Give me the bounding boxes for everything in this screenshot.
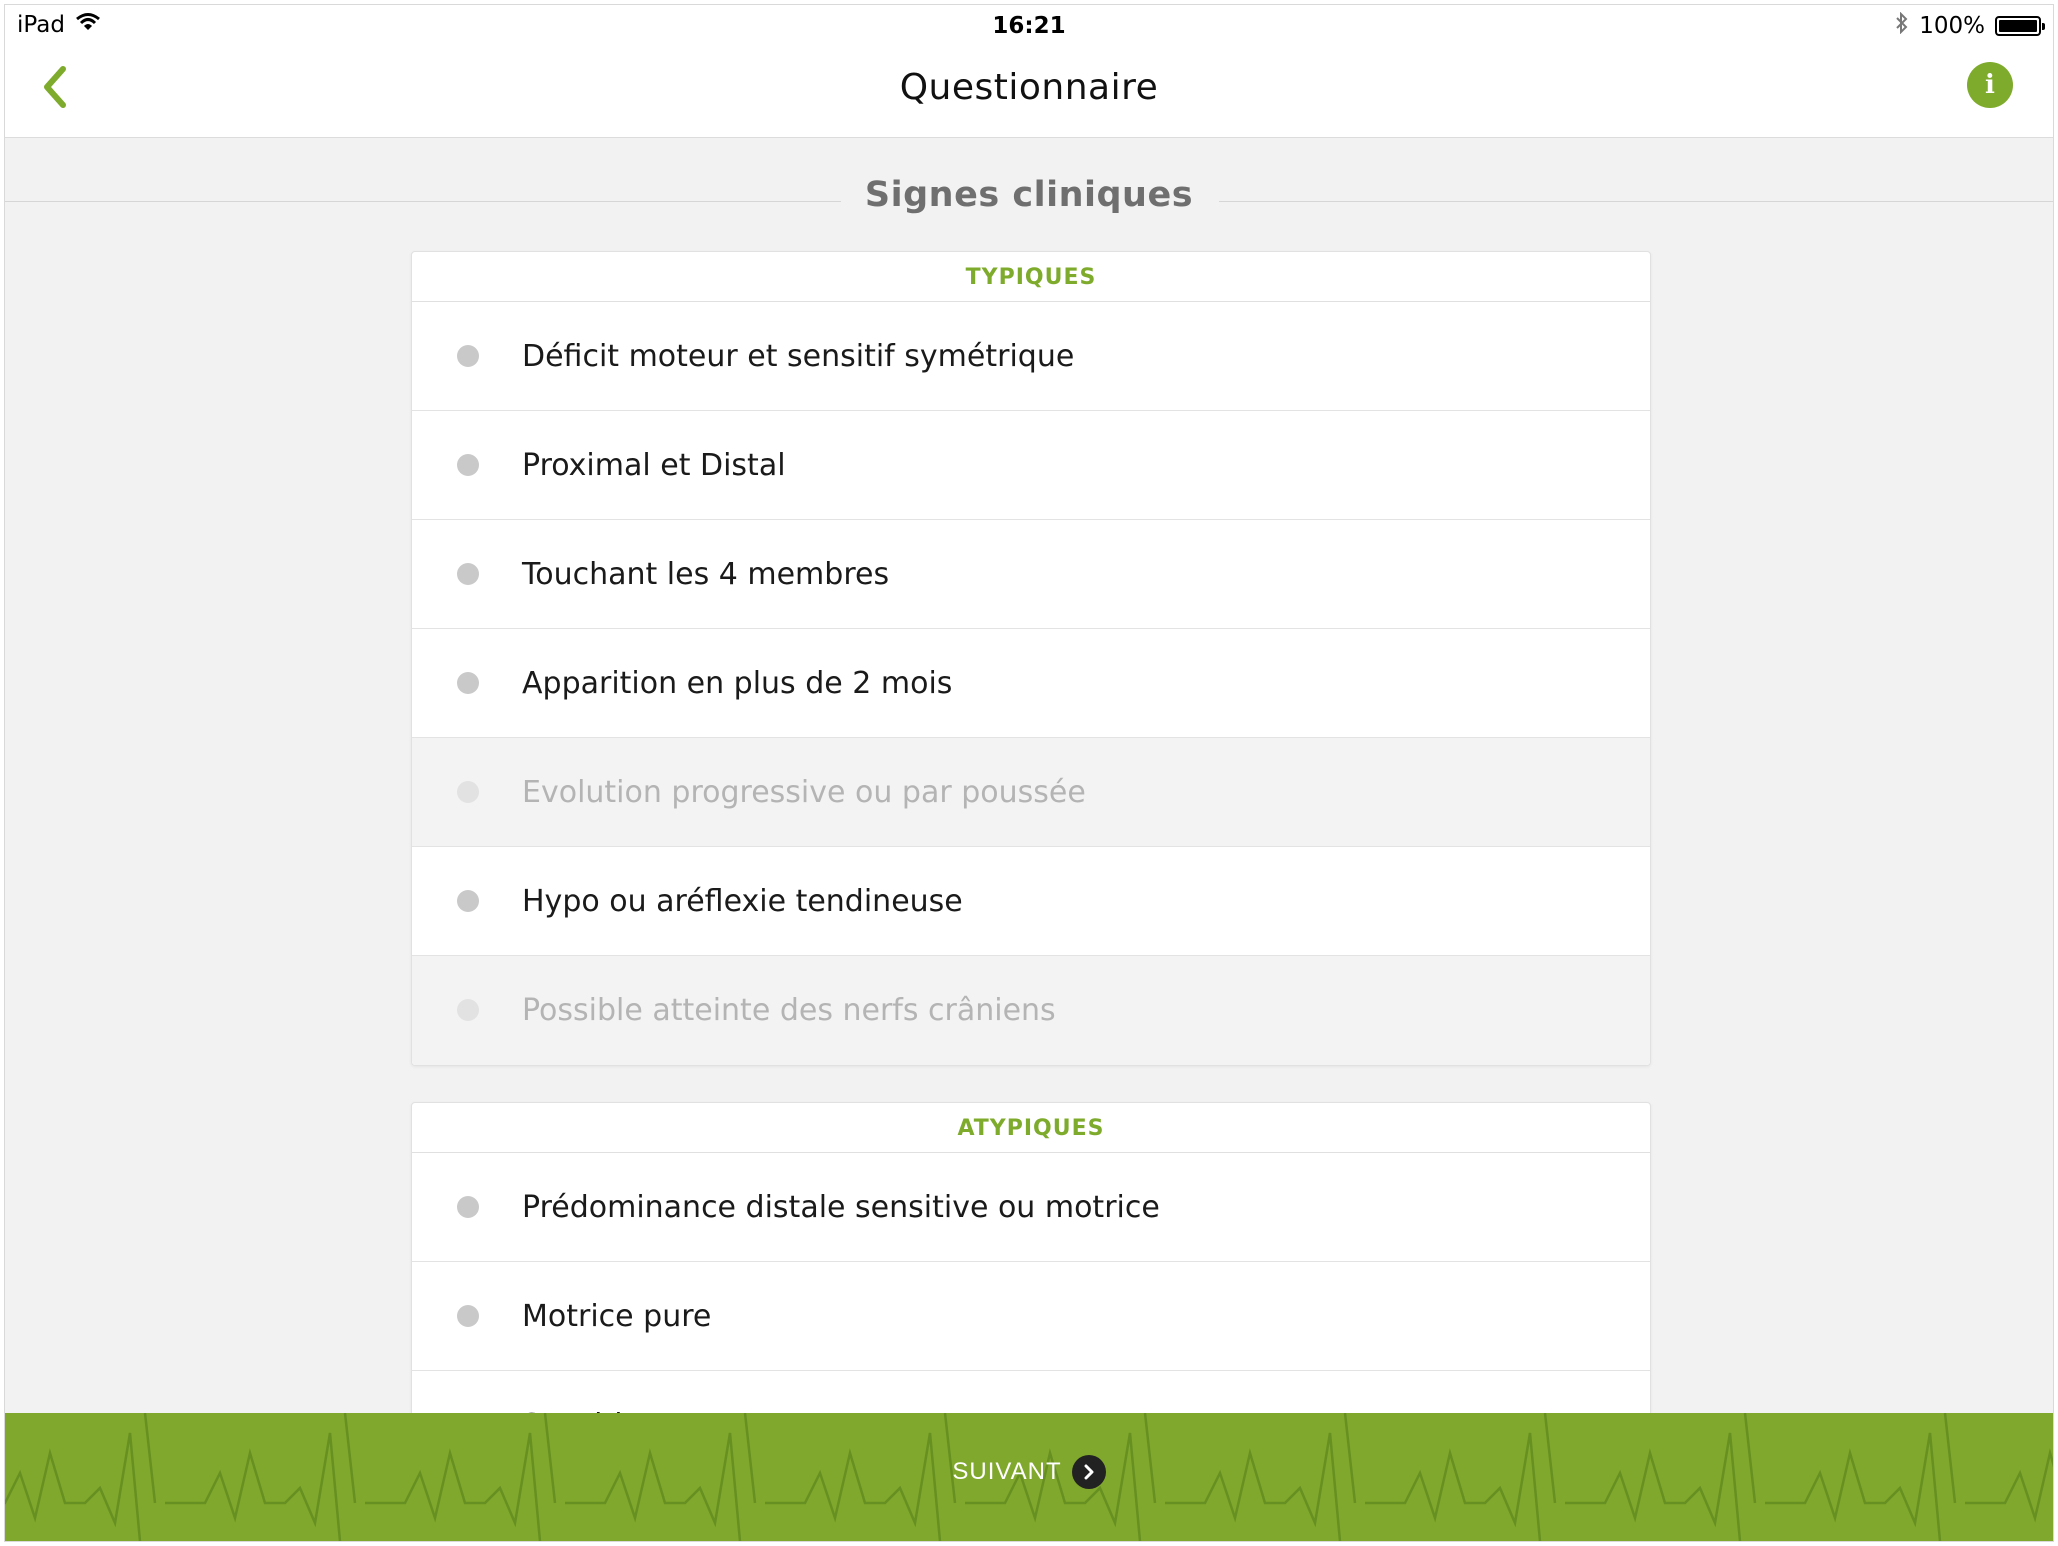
- bluetooth-icon: [1895, 11, 1909, 40]
- section-heading: Signes cliniques: [5, 165, 2053, 225]
- status-right: 100%: [1895, 11, 2045, 40]
- question-label: Hypo ou aréflexie tendineuse: [522, 883, 963, 919]
- question-label: Apparition en plus de 2 mois: [522, 665, 953, 701]
- question-row[interactable]: Possible atteinte des nerfs crâniens: [412, 956, 1650, 1065]
- question-row[interactable]: Proximal et Distal: [412, 411, 1650, 520]
- section-title: Signes cliniques: [864, 175, 1194, 215]
- question-label: Possible atteinte des nerfs crâniens: [522, 993, 1056, 1028]
- group-header: ATYPIQUES: [412, 1103, 1650, 1153]
- battery-fill: [1999, 20, 2037, 32]
- navigation-bar: Questionnaire i: [5, 45, 2053, 138]
- battery-tip: [2042, 23, 2045, 30]
- question-label: Touchant les 4 membres: [522, 556, 890, 592]
- page-title: Questionnaire: [899, 67, 1159, 108]
- question-row[interactable]: Evolution progressive ou par poussée: [412, 738, 1650, 847]
- next-button[interactable]: SUIVANT: [5, 1455, 2053, 1489]
- radio-icon: [457, 563, 479, 585]
- battery-icon: [1995, 16, 2045, 36]
- question-label: Déficit moteur et sensitif symétrique: [522, 338, 1075, 374]
- question-label: Prédominance distale sensitive ou motric…: [522, 1189, 1160, 1225]
- question-row[interactable]: Apparition en plus de 2 mois: [412, 629, 1650, 738]
- radio-icon: [457, 345, 479, 367]
- radio-icon: [457, 1196, 479, 1218]
- next-footer-bar[interactable]: SUIVANT: [5, 1413, 2053, 1541]
- question-row[interactable]: Déficit moteur et sensitif symétrique: [412, 302, 1650, 411]
- question-label: Evolution progressive ou par poussée: [522, 774, 1086, 810]
- radio-icon: [457, 890, 479, 912]
- radio-icon: [457, 454, 479, 476]
- question-label: Motrice pure: [522, 1298, 712, 1334]
- status-bar: iPad 16:21 100%: [5, 5, 2053, 45]
- status-time: 16:21: [992, 13, 1066, 39]
- battery-percent: 100%: [1919, 13, 1985, 39]
- question-row[interactable]: Hypo ou aréflexie tendineuse: [412, 847, 1650, 956]
- info-icon: i: [1985, 70, 1995, 100]
- question-row[interactable]: Touchant les 4 membres: [412, 520, 1650, 629]
- radio-icon: [457, 781, 479, 803]
- next-button-label: SUIVANT: [952, 1458, 1062, 1485]
- chevron-right-icon: [1071, 1455, 1106, 1489]
- question-row[interactable]: Prédominance distale sensitive ou motric…: [412, 1153, 1650, 1262]
- group-header: TYPIQUES: [412, 252, 1650, 302]
- question-row[interactable]: Motrice pure: [412, 1262, 1650, 1371]
- radio-icon: [457, 1305, 479, 1327]
- group-card-typiques: TYPIQUES Déficit moteur et sensitif symé…: [411, 251, 1651, 1066]
- question-label: Proximal et Distal: [522, 447, 786, 483]
- radio-icon: [457, 672, 479, 694]
- radio-icon: [457, 999, 479, 1021]
- app-frame: iPad 16:21 100% Questionnaire i Signes c…: [5, 5, 2053, 1541]
- info-button[interactable]: i: [1967, 62, 2013, 108]
